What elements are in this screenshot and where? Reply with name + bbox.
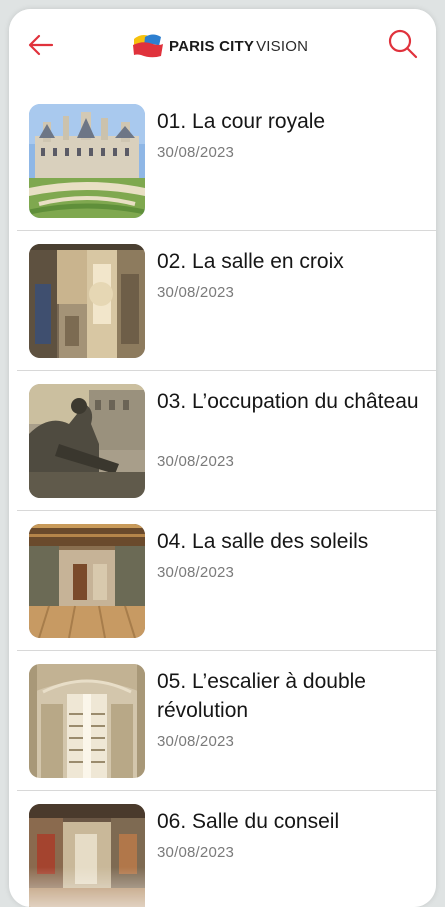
thumbnail-image bbox=[29, 664, 145, 778]
arrow-left-icon bbox=[28, 34, 54, 56]
list-item[interactable]: 03. L’occupation du château 30/08/2023 bbox=[9, 371, 436, 511]
chapter-list: 01. La cour royale 30/08/2023 02. La sal… bbox=[9, 91, 436, 907]
item-date: 30/08/2023 bbox=[157, 844, 235, 861]
item-title: 04. La salle des soleils bbox=[157, 530, 369, 553]
item-title: 01. La cour royale bbox=[157, 110, 326, 133]
thumbnail-image bbox=[29, 524, 145, 638]
thumbnail-image bbox=[29, 104, 145, 218]
item-date: 30/08/2023 bbox=[157, 564, 235, 581]
paris-city-vision-logo: PARIS CITY VISION bbox=[131, 31, 308, 61]
search-icon bbox=[388, 29, 418, 59]
logo-mark-icon bbox=[133, 34, 163, 58]
item-title: 02. La salle en croix bbox=[157, 250, 344, 273]
app-frame: PARIS CITY VISION 01. La cour royale 30/… bbox=[9, 9, 436, 907]
item-date: 30/08/2023 bbox=[157, 453, 235, 470]
list-item[interactable]: 04. La salle des soleils 30/08/2023 bbox=[9, 511, 436, 651]
item-title: 06. Salle du conseil bbox=[157, 810, 340, 833]
item-date: 30/08/2023 bbox=[157, 284, 235, 301]
app-header: PARIS CITY VISION bbox=[9, 9, 436, 77]
list-item[interactable]: 02. La salle en croix 30/08/2023 bbox=[9, 231, 436, 371]
logo-text-bold: PARIS CITY bbox=[169, 37, 255, 55]
list-item[interactable]: 06. Salle du conseil 30/08/2023 bbox=[9, 791, 436, 907]
thumbnail-image bbox=[29, 384, 145, 498]
list-item[interactable]: 05. L’escalier à double révolution 30/08… bbox=[9, 651, 436, 791]
list-item[interactable]: 01. La cour royale 30/08/2023 bbox=[9, 91, 436, 231]
logo-text-light: VISION bbox=[256, 37, 309, 55]
item-title: 05. L’escalier à double révolution bbox=[157, 670, 366, 722]
item-date: 30/08/2023 bbox=[157, 144, 235, 161]
item-title: 03. L’occupation du château bbox=[157, 390, 419, 413]
back-button[interactable] bbox=[25, 29, 57, 61]
thumbnail-image bbox=[29, 804, 145, 907]
thumbnail-image bbox=[29, 244, 145, 358]
item-date: 30/08/2023 bbox=[157, 733, 235, 750]
search-button[interactable] bbox=[386, 27, 420, 61]
